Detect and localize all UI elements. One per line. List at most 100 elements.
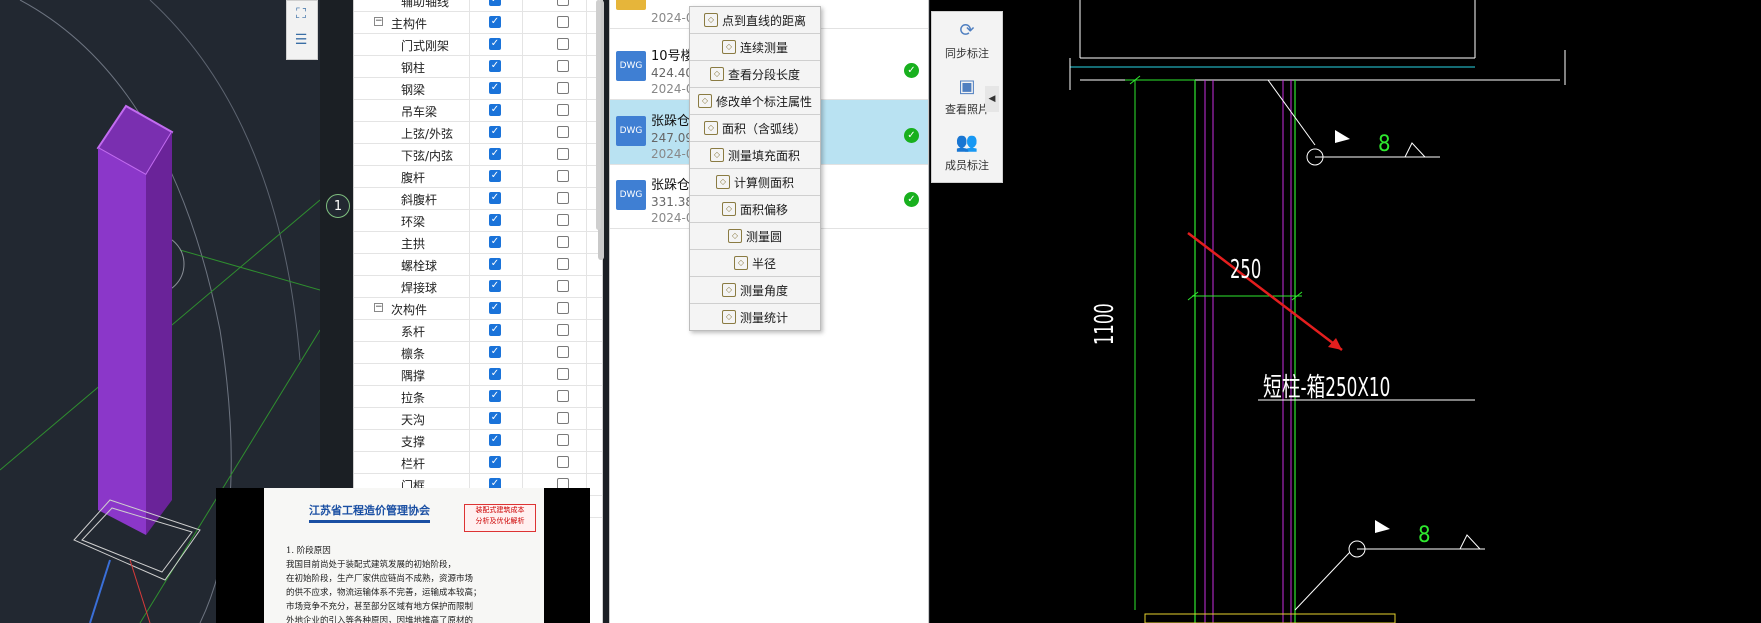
file-date: 2024-0 — [651, 11, 694, 25]
option-checkbox[interactable] — [557, 456, 569, 468]
tree-row-label: 隅撑 — [401, 369, 426, 383]
tree-row[interactable]: 栏杆 ✓ — [354, 452, 602, 474]
tree-row-label: 螺栓球 — [401, 259, 438, 273]
pdf-text-line: 市场竞争不充分，甚至部分区域有地方保护而限制 — [286, 602, 474, 612]
menu-item[interactable]: ◇ 点到直线的距离 — [690, 7, 820, 34]
option-checkbox[interactable] — [557, 0, 569, 6]
tree-row-label: 檩条 — [401, 347, 426, 361]
tree-row[interactable]: 上弦/外弦 ✓ — [354, 122, 602, 144]
menu-item[interactable]: ◇ 面积（含弧线） — [690, 115, 820, 142]
side-toolbar-label: 查看照片 — [945, 102, 989, 116]
visibility-checkbox[interactable]: ✓ — [489, 16, 501, 28]
menu-item[interactable]: ◇ 面积偏移 — [690, 196, 820, 223]
menu-item[interactable]: ◇ 半径 — [690, 250, 820, 277]
menu-item[interactable]: ◇ 连续测量 — [690, 34, 820, 61]
menu-item[interactable]: ◇ 测量统计 — [690, 304, 820, 330]
option-checkbox[interactable] — [557, 192, 569, 204]
option-checkbox[interactable] — [557, 324, 569, 336]
visibility-checkbox[interactable]: ✓ — [489, 60, 501, 72]
visibility-checkbox[interactable]: ✓ — [489, 412, 501, 424]
option-checkbox[interactable] — [557, 60, 569, 72]
pdf-preview-overlay[interactable]: 江苏省工程造价管理协会 装配式建筑成本 分析及优化解析 1. 阶段原因 我国目前… — [216, 488, 590, 623]
menu-item[interactable]: ◇ 修改单个标注属性 — [690, 88, 820, 115]
option-checkbox[interactable] — [557, 302, 569, 314]
tree-row[interactable]: 环梁 ✓ — [354, 210, 602, 232]
menu-item[interactable]: ◇ 查看分段长度 — [690, 61, 820, 88]
option-checkbox[interactable] — [557, 236, 569, 248]
option-checkbox[interactable] — [557, 390, 569, 402]
option-checkbox[interactable] — [557, 258, 569, 270]
tree-row[interactable]: − 主构件 ✓ — [354, 12, 602, 34]
visibility-checkbox[interactable]: ✓ — [489, 368, 501, 380]
visibility-checkbox[interactable]: ✓ — [489, 456, 501, 468]
weld-size-bottom: 8 — [1418, 523, 1431, 548]
option-checkbox[interactable] — [557, 280, 569, 292]
dimension-width: 250 — [1230, 255, 1262, 285]
tree-row[interactable]: 螺栓球 ✓ — [354, 254, 602, 276]
tree-row[interactable]: 主拱 ✓ — [354, 232, 602, 254]
tree-row[interactable]: − 次构件 ✓ — [354, 298, 602, 320]
option-checkbox[interactable] — [557, 214, 569, 226]
tree-row[interactable]: 檩条 ✓ — [354, 342, 602, 364]
tree-row[interactable]: 辅助轴线 ✓ — [354, 0, 602, 12]
tree-row[interactable]: 焊接球 ✓ — [354, 276, 602, 298]
visibility-checkbox[interactable]: ✓ — [489, 280, 501, 292]
collapse-icon[interactable]: − — [374, 303, 383, 312]
option-checkbox[interactable] — [557, 170, 569, 182]
option-checkbox[interactable] — [557, 346, 569, 358]
synced-check-icon: ✓ — [904, 63, 919, 78]
tree-row-label: 系杆 — [401, 325, 426, 339]
tree-row[interactable]: 钢梁 ✓ — [354, 78, 602, 100]
tree-row[interactable]: 隅撑 ✓ — [354, 364, 602, 386]
tree-row[interactable]: 腹杆 ✓ — [354, 166, 602, 188]
option-checkbox[interactable] — [557, 148, 569, 160]
visibility-checkbox[interactable]: ✓ — [489, 170, 501, 182]
fullscreen-icon[interactable]: ⛶ — [287, 1, 315, 27]
option-checkbox[interactable] — [557, 126, 569, 138]
collapse-toolbar-icon[interactable]: ◀ — [985, 86, 999, 112]
visibility-checkbox[interactable]: ✓ — [489, 126, 501, 138]
tree-row[interactable]: 斜腹杆 ✓ — [354, 188, 602, 210]
menu-item[interactable]: ◇ 测量圆 — [690, 223, 820, 250]
visibility-checkbox[interactable]: ✓ — [489, 0, 501, 6]
visibility-checkbox[interactable]: ✓ — [489, 38, 501, 50]
tree-row[interactable]: 钢柱 ✓ — [354, 56, 602, 78]
option-checkbox[interactable] — [557, 368, 569, 380]
tree-row[interactable]: 系杆 ✓ — [354, 320, 602, 342]
option-checkbox[interactable] — [557, 82, 569, 94]
visibility-checkbox[interactable]: ✓ — [489, 214, 501, 226]
visibility-checkbox[interactable]: ✓ — [489, 390, 501, 402]
visibility-checkbox[interactable]: ✓ — [489, 258, 501, 270]
option-checkbox[interactable] — [557, 434, 569, 446]
menu-item[interactable]: ◇ 计算侧面积 — [690, 169, 820, 196]
visibility-checkbox[interactable]: ✓ — [489, 346, 501, 358]
visibility-checkbox[interactable]: ✓ — [489, 236, 501, 248]
tree-row[interactable]: 拉条 ✓ — [354, 386, 602, 408]
tree-row[interactable]: 门式刚架 ✓ — [354, 34, 602, 56]
tree-row[interactable]: 天沟 ✓ — [354, 408, 602, 430]
tree-row[interactable]: 吊车梁 ✓ — [354, 100, 602, 122]
menu-item[interactable]: ◇ 测量角度 — [690, 277, 820, 304]
file-list-scrollbar[interactable] — [596, 0, 601, 230]
visibility-checkbox[interactable]: ✓ — [489, 148, 501, 160]
collapse-icon[interactable]: − — [374, 17, 383, 26]
axis-label-badge: 1 — [326, 194, 350, 218]
tree-row[interactable]: 支撑 ✓ — [354, 430, 602, 452]
cad-drawing-canvas[interactable]: 250 1100 8 8 短柱-箱250X10 — [930, 0, 1761, 623]
side-toolbar-button[interactable]: 👥 成员标注 — [932, 124, 1002, 180]
visibility-checkbox[interactable]: ✓ — [489, 302, 501, 314]
option-checkbox[interactable] — [557, 412, 569, 424]
visibility-checkbox[interactable]: ✓ — [489, 324, 501, 336]
menu-item-label: 测量统计 — [739, 310, 788, 325]
visibility-checkbox[interactable]: ✓ — [489, 104, 501, 116]
menu-item[interactable]: ◇ 测量填充面积 — [690, 142, 820, 169]
visibility-checkbox[interactable]: ✓ — [489, 82, 501, 94]
tree-row[interactable]: 下弦/内弦 ✓ — [354, 144, 602, 166]
side-toolbar-button[interactable]: ⟳ 同步标注 — [932, 12, 1002, 68]
option-checkbox[interactable] — [557, 16, 569, 28]
visibility-checkbox[interactable]: ✓ — [489, 434, 501, 446]
visibility-checkbox[interactable]: ✓ — [489, 192, 501, 204]
property-list-icon[interactable]: ☰ — [287, 27, 315, 53]
option-checkbox[interactable] — [557, 104, 569, 116]
option-checkbox[interactable] — [557, 38, 569, 50]
